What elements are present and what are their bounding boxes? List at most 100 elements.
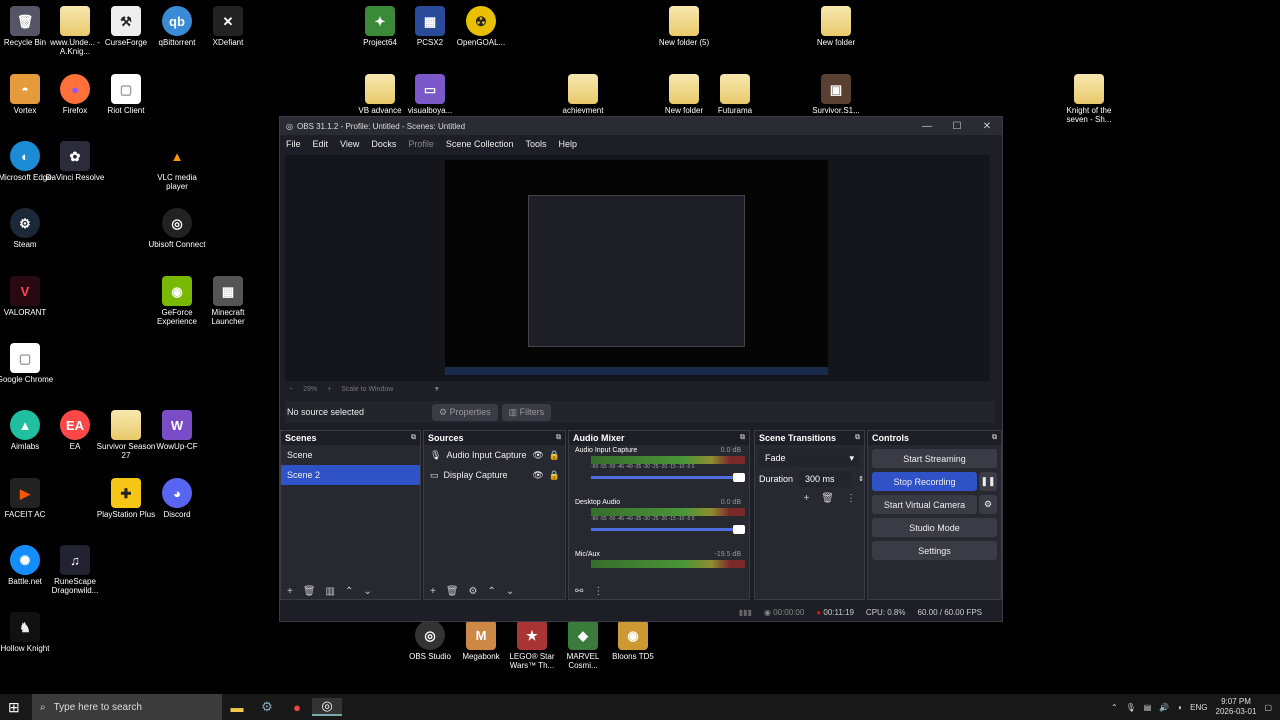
- mic-icon[interactable]: 🎙: [1126, 703, 1136, 712]
- steam-icon[interactable]: ⚙ Steam: [0, 208, 55, 249]
- network-icon[interactable]: ▤: [1144, 703, 1152, 712]
- minecraft-icon[interactable]: ▦ Minecraft Launcher: [198, 276, 258, 326]
- nested-taskbar: [445, 367, 828, 375]
- add-icon[interactable]: +: [287, 586, 293, 597]
- vlc-icon[interactable]: ▲ VLC media player: [147, 141, 207, 192]
- stop-recording-button[interactable]: Stop Recording: [872, 472, 977, 491]
- add-icon[interactable]: +: [430, 586, 436, 597]
- eye-icon[interactable]: 👁: [532, 450, 543, 461]
- chevron-up-icon[interactable]: ⌃: [1111, 703, 1118, 712]
- settings-button[interactable]: Settings: [872, 541, 997, 560]
- up-icon[interactable]: ⌃: [345, 586, 353, 597]
- filters-button[interactable]: ▥ Filters: [501, 403, 552, 421]
- down-icon[interactable]: ⌄: [506, 586, 514, 597]
- chrome-icon[interactable]: ▢ Google Chrome: [0, 343, 55, 384]
- faceit-icon[interactable]: ▶ FACEIT AC: [0, 478, 55, 519]
- notification-icon[interactable]: ▢: [1264, 703, 1272, 712]
- survivor-video-icon[interactable]: ▣ Survivor.S1...: [806, 74, 866, 115]
- steam-icon[interactable]: ⚙: [252, 699, 282, 715]
- knight-folder-icon[interactable]: Knight of the seven - Sh...: [1059, 74, 1119, 124]
- pause-icon[interactable]: ❚❚: [979, 472, 997, 491]
- zoom-out-button[interactable]: −: [289, 386, 293, 393]
- riot-client-icon[interactable]: ▢ Riot Client: [96, 74, 156, 115]
- preview-canvas[interactable]: [445, 160, 828, 375]
- undock-icon[interactable]: ⧉: [740, 434, 745, 442]
- davinci-icon[interactable]: ✿ DaVinci Resolve: [45, 141, 105, 182]
- minimize-icon[interactable]: —: [912, 121, 942, 132]
- gear-icon[interactable]: ⚙: [979, 495, 997, 514]
- achievment-folder-icon[interactable]: achievment: [553, 74, 613, 115]
- more-icon[interactable]: ⋮: [846, 493, 856, 504]
- eye-icon[interactable]: 👁: [532, 470, 543, 481]
- trash-icon[interactable]: 🗑: [821, 493, 834, 504]
- filter-icon[interactable]: ▥: [326, 586, 335, 597]
- bloons-icon[interactable]: ◉ Bloons TD5: [603, 620, 663, 661]
- trash-icon[interactable]: 🗑: [303, 586, 316, 597]
- menu-docks[interactable]: Docks: [371, 139, 396, 149]
- obs-window: ◎ OBS 31.1.2 - Profile: Untitled - Scene…: [279, 116, 1003, 622]
- spinner-icon[interactable]: ⇕: [858, 475, 864, 483]
- properties-button[interactable]: ⚙ Properties: [432, 403, 498, 421]
- hollow-knight-icon[interactable]: ♞ Hollow Knight: [0, 612, 55, 653]
- add-icon[interactable]: +: [803, 493, 809, 504]
- close-icon[interactable]: ✕: [972, 121, 1002, 132]
- more-icon[interactable]: ⋮: [593, 586, 603, 597]
- obs-icon[interactable]: ◎: [312, 698, 342, 716]
- menu-profile[interactable]: Profile: [408, 139, 434, 149]
- source-item[interactable]: ▭ Display Capture 👁 🔒: [424, 465, 565, 485]
- wowup-icon[interactable]: W WowUp-CF: [147, 410, 207, 451]
- menu-tools[interactable]: Tools: [525, 139, 546, 149]
- gear-icon[interactable]: ⚙: [469, 586, 478, 597]
- search-placeholder: Type here to search: [53, 701, 142, 713]
- volume-slider[interactable]: [591, 473, 745, 482]
- scale-mode-select[interactable]: Scale to Window: [341, 386, 393, 393]
- discord-icon[interactable]: ◕ Discord: [147, 478, 207, 519]
- trash-icon[interactable]: 🗑: [446, 586, 459, 597]
- up-icon[interactable]: ⌃: [488, 586, 496, 597]
- undock-icon[interactable]: ⧉: [992, 434, 997, 442]
- preview-area[interactable]: [285, 155, 990, 381]
- start-streaming-button[interactable]: Start Streaming: [872, 449, 997, 468]
- menu-edit[interactable]: Edit: [313, 139, 329, 149]
- new-folder-icon[interactable]: New folder: [806, 6, 866, 47]
- menu-help[interactable]: Help: [558, 139, 577, 149]
- visualboy-icon[interactable]: ▭ visualboya...: [400, 74, 460, 115]
- file-explorer-icon[interactable]: ▬: [222, 700, 252, 715]
- runescape-icon[interactable]: ♫ RuneScape Dragonwild...: [45, 545, 105, 595]
- chevron-down-icon[interactable]: ▼: [433, 386, 440, 393]
- opengoal-icon[interactable]: ☢ OpenGOAL...: [451, 6, 511, 47]
- link-icon[interactable]: ⚯: [575, 586, 583, 597]
- volume-icon[interactable]: ◖: [1177, 703, 1182, 712]
- lock-icon[interactable]: 🔒: [549, 470, 560, 481]
- menu-scene-collection[interactable]: Scene Collection: [446, 139, 514, 149]
- language-indicator[interactable]: ENG: [1190, 703, 1207, 712]
- studio-mode-button[interactable]: Studio Mode: [872, 518, 997, 537]
- new-folder-5-icon[interactable]: New folder (5): [654, 6, 714, 47]
- undock-icon[interactable]: ⧉: [855, 434, 860, 442]
- start-button[interactable]: ⊞: [8, 699, 20, 716]
- start-virtual-camera-button[interactable]: Start Virtual Camera: [872, 495, 977, 514]
- scene-item[interactable]: Scene: [281, 445, 420, 465]
- duration-input[interactable]: 300 ms: [799, 471, 853, 487]
- search-box[interactable]: ⌕ Type here to search: [32, 694, 222, 720]
- chrome-icon[interactable]: ●: [282, 700, 312, 715]
- ubisoft-icon[interactable]: ◎ Ubisoft Connect: [147, 208, 207, 249]
- volume-slider[interactable]: [591, 525, 745, 534]
- undock-icon[interactable]: ⧉: [411, 434, 416, 442]
- scene-item-selected[interactable]: Scene 2: [281, 465, 420, 485]
- menu-view[interactable]: View: [340, 139, 359, 149]
- speaker-icon[interactable]: 🔊: [1159, 703, 1169, 712]
- undock-icon[interactable]: ⧉: [556, 434, 561, 442]
- xdefiant-icon[interactable]: ✕ XDefiant: [198, 6, 258, 47]
- menu-file[interactable]: File: [286, 139, 301, 149]
- transition-select[interactable]: Fade ▾: [759, 449, 860, 467]
- title-bar[interactable]: ◎ OBS 31.1.2 - Profile: Untitled - Scene…: [280, 117, 1002, 135]
- zoom-in-button[interactable]: +: [327, 386, 331, 393]
- clock[interactable]: 9:07 PM 2026-03-01: [1216, 697, 1257, 717]
- maximize-icon[interactable]: ☐: [942, 121, 972, 132]
- source-item[interactable]: 🎙 Audio Input Capture 👁 🔒: [424, 445, 565, 465]
- futurama-folder-icon[interactable]: Futurama: [705, 74, 765, 115]
- valorant-icon[interactable]: V VALORANT: [0, 276, 55, 317]
- lock-icon[interactable]: 🔒: [549, 450, 560, 461]
- down-icon[interactable]: ⌄: [363, 586, 371, 597]
